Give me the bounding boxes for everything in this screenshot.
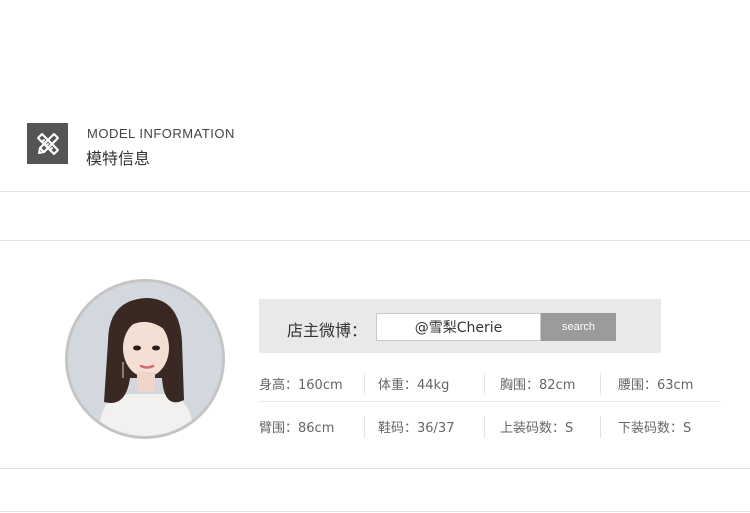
model-stats-table: 身高：160cm 体重：44kg 胸围：82cm 腰围：63cm 臂围：86cm… [259,365,721,445]
stats-row-2: 臂围：86cm 鞋码：36/37 上装码数：S 下装码数：S [259,408,721,445]
divider-line [0,191,750,192]
stat-arm: 臂围：86cm [259,421,335,436]
stat-bottom-size: 下装码数：S [618,421,692,436]
weibo-handle-field[interactable]: @雪梨Cherie [376,313,541,341]
model-portrait-image [68,282,222,436]
stat-weight: 体重：44kg [378,378,450,393]
stat-divider [364,373,365,395]
stat-shoe-size: 鞋码：36/37 [378,421,455,436]
section-title-en: MODEL INFORMATION [87,126,235,141]
divider-line [0,468,750,469]
divider-line [0,240,750,241]
weibo-search-bar: 店主微博： @雪梨Cherie search [259,299,661,353]
stat-divider [600,416,601,438]
stat-divider [484,416,485,438]
stat-waist: 腰围：63cm [618,378,694,393]
stat-divider [600,373,601,395]
divider-line [0,511,750,512]
model-avatar [65,279,225,439]
weibo-label: 店主微博： [287,321,368,340]
stat-height: 身高：160cm [259,378,343,393]
stat-top-size: 上装码数：S [500,421,574,436]
pencil-ruler-icon [36,132,59,155]
search-button[interactable]: search [541,313,616,341]
header-icon-box [27,123,68,164]
stat-divider [364,416,365,438]
stat-bust: 胸围：82cm [500,378,576,393]
section-title-zh: 模特信息 [86,149,151,168]
stat-divider [484,373,485,395]
stats-row-1: 身高：160cm 体重：44kg 胸围：82cm 腰围：63cm [259,365,721,402]
